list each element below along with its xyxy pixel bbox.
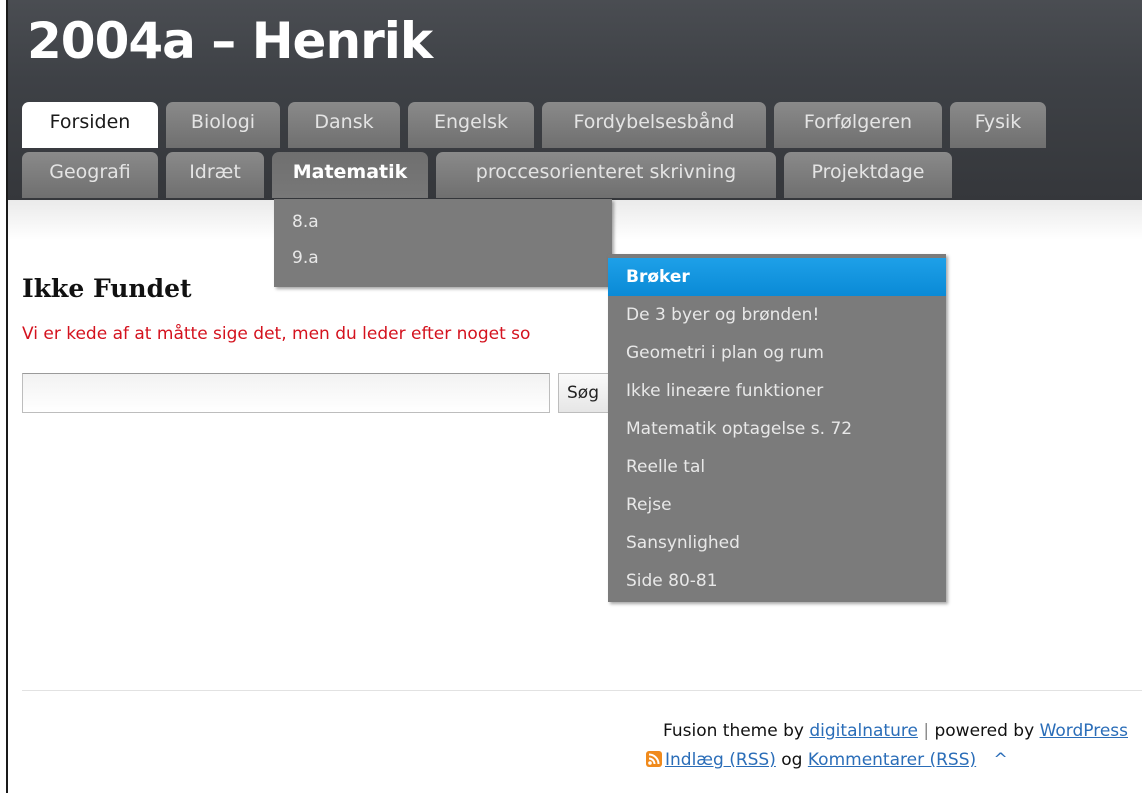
posts-rss-link[interactable]: Indlæg (RSS) bbox=[665, 750, 776, 770]
tab-proccesorienteret-skrivning[interactable]: proccesorienteret skrivning bbox=[436, 152, 776, 198]
flyout-item-matematik-optagelse[interactable]: Matematik optagelse s. 72 bbox=[608, 410, 946, 448]
flyout-item-geometri[interactable]: Geometri i plan og rum bbox=[608, 334, 946, 372]
page: 2004a – Henrik Forsiden Biologi Dansk En… bbox=[0, 0, 1142, 793]
matematik-submenu: 8.a 9.a bbox=[274, 199, 612, 287]
footer-credits: Fusion theme by digitalnature | powered … bbox=[663, 719, 1128, 743]
tab-fordybelsesbaand[interactable]: Fordybelsesbånd bbox=[542, 102, 766, 148]
tab-geografi[interactable]: Geografi bbox=[22, 152, 158, 198]
flyout-submenu: Brøker De 3 byer og brønden! Geometri i … bbox=[608, 254, 946, 602]
flyout-item-sansynlighed[interactable]: Sansynlighed bbox=[608, 524, 946, 562]
og-text: og bbox=[781, 750, 803, 770]
submenu-item-8a[interactable]: 8.a bbox=[274, 205, 612, 243]
back-to-top-link[interactable]: ^ bbox=[994, 750, 1008, 770]
flyout-item-reelle-tal[interactable]: Reelle tal bbox=[608, 448, 946, 486]
wordpress-link[interactable]: WordPress bbox=[1040, 721, 1128, 741]
search-input[interactable] bbox=[22, 373, 550, 413]
footer-feeds: Indlæg (RSS) og Kommentarer (RSS) ^ bbox=[646, 748, 1008, 772]
tab-dansk[interactable]: Dansk bbox=[288, 102, 400, 148]
tab-projektdage[interactable]: Projektdage bbox=[784, 152, 952, 198]
comments-rss-link[interactable]: Kommentarer (RSS) bbox=[808, 750, 976, 770]
submenu-item-9a[interactable]: 9.a bbox=[274, 243, 612, 281]
flyout-item-side-80-81[interactable]: Side 80-81 bbox=[608, 562, 946, 600]
page-title: Ikke Fundet bbox=[22, 274, 192, 303]
powered-prefix: powered by bbox=[934, 721, 1035, 741]
tab-matematik[interactable]: Matematik bbox=[272, 152, 428, 198]
footer-divider bbox=[22, 690, 1142, 691]
tab-forsiden[interactable]: Forsiden bbox=[22, 102, 158, 148]
not-found-message: Vi er kede af at måtte sige det, men du … bbox=[22, 324, 531, 344]
tab-forfoelgeren[interactable]: Forfølgeren bbox=[774, 102, 942, 148]
tab-idraet[interactable]: Idræt bbox=[166, 152, 264, 198]
rss-icon[interactable] bbox=[646, 751, 662, 767]
flyout-item-ikke-lineaere[interactable]: Ikke lineære funktioner bbox=[608, 372, 946, 410]
flyout-item-rejse[interactable]: Rejse bbox=[608, 486, 946, 524]
tab-fysik[interactable]: Fysik bbox=[950, 102, 1046, 148]
digitalnature-link[interactable]: digitalnature bbox=[809, 721, 918, 741]
footer-separator: | bbox=[923, 721, 930, 741]
flyout-item-de-3-byer[interactable]: De 3 byer og brønden! bbox=[608, 296, 946, 334]
tab-engelsk[interactable]: Engelsk bbox=[408, 102, 534, 148]
search-button[interactable]: Søg bbox=[558, 373, 610, 413]
theme-prefix: Fusion theme by bbox=[663, 721, 804, 741]
site-title[interactable]: 2004a – Henrik bbox=[27, 12, 433, 70]
tab-biologi[interactable]: Biologi bbox=[166, 102, 280, 148]
flyout-item-broeker[interactable]: Brøker bbox=[608, 258, 946, 296]
